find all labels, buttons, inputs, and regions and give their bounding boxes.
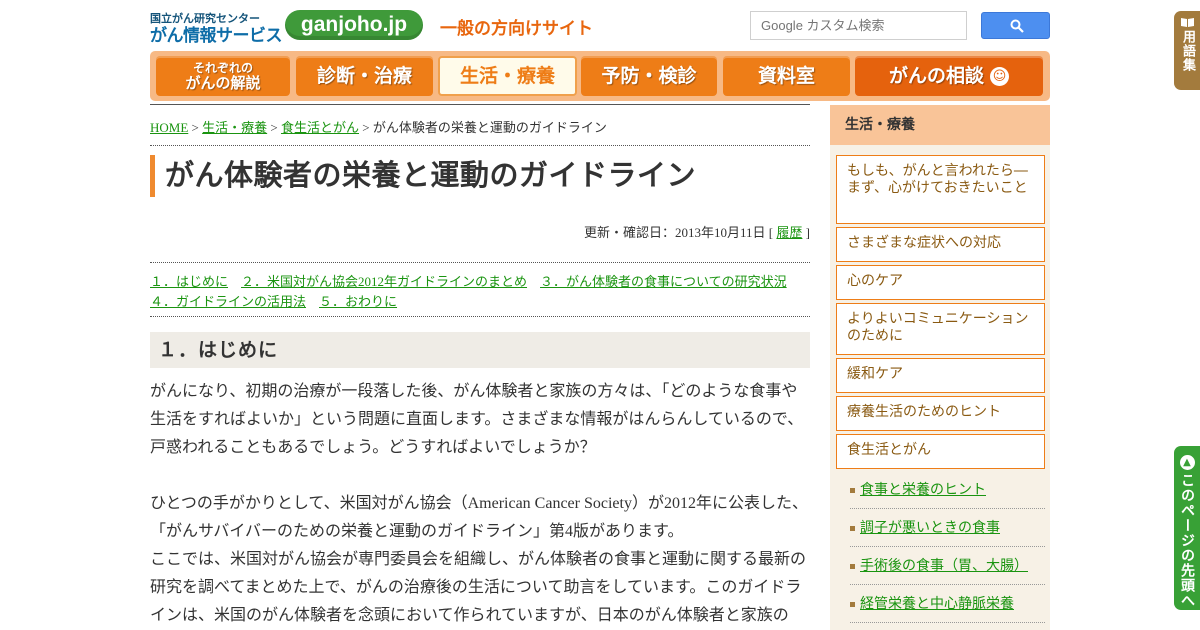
breadcrumb-life-care[interactable]: 生活・療養 xyxy=(202,120,267,135)
global-nav: それぞれの がんの解説 診断・治療 生活・療養 予防・検診 資料室 がんの相談 ☺ xyxy=(150,51,1050,101)
breadcrumb-separator: > xyxy=(267,120,281,135)
breadcrumb-separator: > xyxy=(359,120,373,135)
nav-consultation-label: がんの相談 xyxy=(888,65,984,87)
site-tagline: 一般の方向けサイト xyxy=(440,19,593,39)
breadcrumb-current: がん体験者の栄養と運動のガイドライン xyxy=(372,120,607,135)
toc-link-summary[interactable]: ２．米国対がん協会2012年ガイドラインのまとめ xyxy=(241,274,527,289)
smile-icon: ☺ xyxy=(990,67,1009,86)
table-of-contents: １．はじめに ２．米国対がん協会2012年ガイドラインのまとめ ３．がん体験者の食事… xyxy=(150,272,810,312)
sidebar: 生活・療養 もしも、がんと言われたら―まず、心がけておきたいこと さまざまな症状… xyxy=(830,105,1050,630)
breadcrumb-top-rule xyxy=(150,104,810,105)
nav-cancer-types[interactable]: それぞれの がんの解説 xyxy=(156,56,290,96)
breadcrumb-diet-cancer[interactable]: 食生活とがん xyxy=(281,120,359,135)
sidebar-subitem-link[interactable]: 調子が悪いときの食事 xyxy=(850,520,1000,536)
sidebar-subitem-tube-feeding[interactable]: 経管栄養と中心静脈栄養 xyxy=(850,596,1045,613)
update-date-suffix: ] xyxy=(802,225,810,240)
bullet-square-icon xyxy=(850,564,855,569)
sidebar-sub-divider xyxy=(850,546,1045,547)
bullet-square-icon xyxy=(850,526,855,531)
toc-link-intro[interactable]: １．はじめに xyxy=(150,274,228,289)
sidebar-sub-divider xyxy=(850,584,1045,585)
page-top-button[interactable]: ▲ このページの先頭へ xyxy=(1174,446,1200,610)
page-title: がん体験者の栄養と運動のガイドライン xyxy=(150,155,696,197)
update-date-text: 更新・確認日：2013年10月11日 [ xyxy=(584,225,777,240)
bullet-square-icon xyxy=(850,488,855,493)
breadcrumb: HOME > 生活・療養 > 食生活とがん > がん体験者の栄養と運動のガイドラ… xyxy=(150,117,607,136)
sidebar-item-communication[interactable]: よりよいコミュニケーションのために xyxy=(836,303,1045,355)
arrow-up-icon: ▲ xyxy=(1179,455,1195,470)
sidebar-sub-divider xyxy=(850,622,1045,623)
sidebar-item-diet-cancer[interactable]: 食生活とがん xyxy=(836,434,1045,469)
sidebar-subitem-link[interactable]: 食事と栄養のヒント xyxy=(850,482,986,498)
logo-domain-badge[interactable]: ganjoho.jp xyxy=(285,10,423,40)
bullet-square-icon xyxy=(850,602,855,607)
book-icon xyxy=(1180,18,1194,27)
nav-cancer-types-label: がんの解説 xyxy=(185,74,261,92)
sidebar-heading: 生活・療養 xyxy=(830,105,1050,145)
sidebar-item-symptoms[interactable]: さまざまな症状への対応 xyxy=(836,227,1045,262)
history-link[interactable]: 履歴 xyxy=(776,225,802,240)
toc-bottom-rule xyxy=(150,316,810,317)
breadcrumb-separator: > xyxy=(188,120,203,135)
sidebar-subitem-nutrition-tips[interactable]: 食事と栄養のヒント xyxy=(850,482,1045,499)
nav-library[interactable]: 資料室 xyxy=(723,56,850,96)
sidebar-subitem-post-surgery[interactable]: 手術後の食事（胃、大腸） xyxy=(850,558,1045,575)
sidebar-sub-divider xyxy=(850,508,1045,509)
search-button[interactable] xyxy=(981,12,1050,39)
sidebar-subitem-link[interactable]: 手術後の食事（胃、大腸） xyxy=(850,558,1028,574)
nav-prevention-screening[interactable]: 予防・検診 xyxy=(581,56,717,96)
body-paragraph: がんになり、初期の治療が一段落した後、がん体験者と家族の方々は、「どのような食事… xyxy=(150,383,804,456)
toc-link-research[interactable]: ３．がん体験者の食事についての研究状況 xyxy=(540,274,787,289)
toc-top-rule xyxy=(150,262,810,263)
search-icon xyxy=(1010,19,1024,33)
nav-diagnosis-treatment[interactable]: 診断・治療 xyxy=(296,56,433,96)
glossary-tab[interactable]: 用語集 xyxy=(1174,11,1200,90)
body-paragraph: ここでは、米国対がん協会が専門委員会を組織し、がん体験者の食事と運動に関する最新… xyxy=(150,551,807,624)
page-top-label: このページの先頭へ xyxy=(1179,473,1195,608)
search-input[interactable] xyxy=(750,11,967,40)
breadcrumb-home[interactable]: HOME xyxy=(150,120,188,135)
nav-consultation[interactable]: がんの相談 ☺ xyxy=(855,56,1043,96)
sidebar-item-diagnosis-mindset[interactable]: もしも、がんと言われたら―まず、心がけておきたいこと xyxy=(836,155,1045,224)
body-paragraph: ひとつの手がかりとして、米国対がん協会（American Cancer Soci… xyxy=(150,495,808,540)
sidebar-subitem-link[interactable]: 経管栄養と中心静脈栄養 xyxy=(850,596,1014,612)
update-date: 更新・確認日：2013年10月11日 [ 履歴 ] xyxy=(584,222,810,241)
sidebar-item-palliative-care[interactable]: 緩和ケア xyxy=(836,358,1045,393)
sidebar-item-mental-care[interactable]: 心のケア xyxy=(836,265,1045,300)
toc-link-conclusion[interactable]: ５．おわりに xyxy=(319,294,397,309)
sidebar-subitem-unwell-meals[interactable]: 調子が悪いときの食事 xyxy=(850,520,1045,537)
nav-life-care[interactable]: 生活・療養 xyxy=(438,56,577,96)
glossary-label: 用語集 xyxy=(1180,30,1195,72)
article-body: がんになり、初期の治療が一段落した後、がん体験者と家族の方々は、「どのような食事… xyxy=(150,378,810,630)
section-heading-intro: １．はじめに xyxy=(150,332,810,368)
toc-link-usage[interactable]: ４．ガイドラインの活用法 xyxy=(150,294,306,309)
breadcrumb-bottom-rule xyxy=(150,145,810,146)
logo-site-name[interactable]: がん情報サービス xyxy=(150,21,283,46)
sidebar-item-care-tips[interactable]: 療養生活のためのヒント xyxy=(836,396,1045,431)
